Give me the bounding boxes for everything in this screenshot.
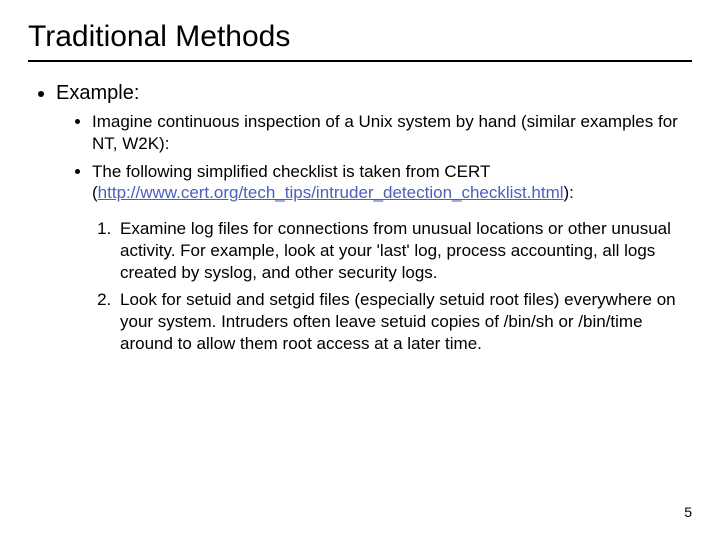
slide-title: Traditional Methods xyxy=(28,20,692,54)
outer-item-example: Example: Imagine continuous inspection o… xyxy=(56,82,692,355)
inner-text-2: The following simplified checklist is ta… xyxy=(92,162,490,181)
numbered-list: Examine log files for connections from u… xyxy=(56,218,692,355)
numbered-text-2: Look for setuid and setgid files (especi… xyxy=(120,290,676,353)
page-number: 5 xyxy=(684,504,692,520)
slide: Traditional Methods Example: Imagine con… xyxy=(0,0,720,540)
inner-list: Imagine continuous inspection of a Unix … xyxy=(56,111,692,204)
outer-label: Example: xyxy=(56,82,139,104)
numbered-text-1: Examine log files for connections from u… xyxy=(120,219,671,282)
inner-item-2: The following simplified checklist is ta… xyxy=(92,161,692,205)
title-underline xyxy=(28,60,692,62)
numbered-item-2: Look for setuid and setgid files (especi… xyxy=(116,289,692,354)
link-close: ): xyxy=(564,183,574,202)
cert-link[interactable]: http://www.cert.org/tech_tips/intruder_d… xyxy=(98,183,564,202)
inner-item-1: Imagine continuous inspection of a Unix … xyxy=(92,111,692,155)
inner-text-1: Imagine continuous inspection of a Unix … xyxy=(92,112,678,153)
outer-list: Example: Imagine continuous inspection o… xyxy=(28,82,692,355)
numbered-item-1: Examine log files for connections from u… xyxy=(116,218,692,283)
